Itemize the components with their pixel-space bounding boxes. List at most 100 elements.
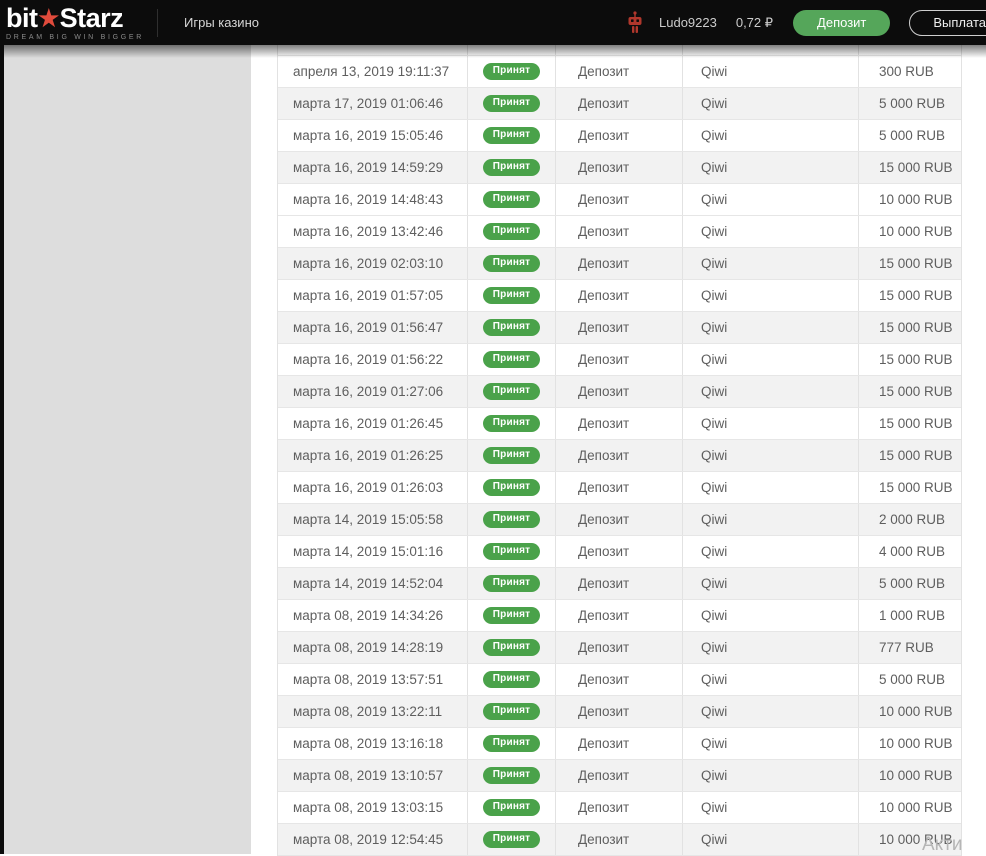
tx-amount: 15 000 RUB <box>879 160 953 175</box>
tx-method: Qiwi <box>683 440 859 471</box>
tx-method: Qiwi <box>683 664 859 695</box>
tx-type: Депозит <box>556 472 683 503</box>
tx-type: Депозит <box>556 696 683 727</box>
tx-type: Депозит <box>556 344 683 375</box>
transaction-row: марта 08, 2019 13:22:11 Принят Депозит Q… <box>278 696 961 728</box>
status-badge: Принят <box>482 703 541 720</box>
dimmed-left-panel <box>4 45 251 854</box>
tx-amount: 10 000 RUB <box>879 768 953 783</box>
tx-date: марта 16, 2019 01:27:06 <box>278 376 468 407</box>
transaction-row: марта 16, 2019 01:26:25 Принят Депозит Q… <box>278 440 961 472</box>
tx-status-cell: Принят <box>468 632 556 663</box>
tx-amount: 777 RUB <box>879 640 934 655</box>
tx-status-cell: Принят <box>468 536 556 567</box>
tx-status-cell: Принят <box>468 312 556 343</box>
transaction-row: марта 17, 2019 01:06:46 Принят Депозит Q… <box>278 88 961 120</box>
tx-status-cell: Принят <box>468 216 556 247</box>
transaction-row: марта 16, 2019 14:59:29 Принят Депозит Q… <box>278 152 961 184</box>
tx-type: Депозит <box>556 728 683 759</box>
tx-status-cell: Принят <box>468 120 556 151</box>
transaction-row: апреля 13, 2019 19:11:37 Принят Депозит … <box>278 56 961 88</box>
username[interactable]: Ludo9223 <box>659 15 717 30</box>
tx-method: Qiwi <box>683 120 859 151</box>
transaction-row: марта 16, 2019 01:26:03 Принят Депозит Q… <box>278 472 961 504</box>
transaction-row: марта 08, 2019 12:54:45 Принят Депозит Q… <box>278 824 961 856</box>
transaction-row: марта 16, 2019 13:42:46 Принят Депозит Q… <box>278 216 961 248</box>
tx-type: Депозит <box>556 408 683 439</box>
tx-method: Qiwi <box>683 88 859 119</box>
status-badge: Принят <box>482 191 541 208</box>
tx-date: марта 16, 2019 13:42:46 <box>278 216 468 247</box>
tx-status-cell: Принят <box>468 600 556 631</box>
tx-method: Qiwi <box>683 184 859 215</box>
tx-amount: 15 000 RUB <box>879 480 953 495</box>
tx-date: марта 08, 2019 13:57:51 <box>278 664 468 695</box>
tx-type: Депозит <box>556 792 683 823</box>
background-heading-fragment: Акти <box>922 834 963 855</box>
transaction-row: марта 14, 2019 15:01:16 Принят Депозит Q… <box>278 536 961 568</box>
tx-method: Qiwi <box>683 824 859 855</box>
tx-status-cell: Принят <box>468 408 556 439</box>
tx-date: марта 14, 2019 15:01:16 <box>278 536 468 567</box>
tx-date: марта 16, 2019 01:57:05 <box>278 280 468 311</box>
logo-tagline: DREAM BIG WIN BIGGER <box>6 33 145 41</box>
tx-method: Qiwi <box>683 728 859 759</box>
tx-type: Депозит <box>556 600 683 631</box>
transaction-row: марта 16, 2019 14:48:43 Принят Депозит Q… <box>278 184 961 216</box>
tx-amount: 300 RUB <box>879 64 934 79</box>
tx-type: Депозит <box>556 152 683 183</box>
tx-method: Qiwi <box>683 632 859 663</box>
tx-status-cell: Принят <box>468 824 556 855</box>
tx-amount: 10 000 RUB <box>879 704 953 719</box>
transaction-row: марта 14, 2019 15:05:58 Принят Депозит Q… <box>278 504 961 536</box>
tx-amount: 10 000 RUB <box>879 736 953 751</box>
top-header: bit ★ Starz DREAM BIG WIN BIGGER Игры ка… <box>0 0 986 45</box>
tx-date: марта 16, 2019 15:05:46 <box>278 120 468 151</box>
tx-amount: 15 000 RUB <box>879 384 953 399</box>
tx-type: Депозит <box>556 312 683 343</box>
transaction-row: марта 14, 2019 14:52:04 Принят Депозит Q… <box>278 568 961 600</box>
nav-casino-games[interactable]: Игры казино <box>184 15 259 30</box>
tx-date: марта 16, 2019 01:56:22 <box>278 344 468 375</box>
tx-date: марта 16, 2019 01:56:47 <box>278 312 468 343</box>
star-icon: ★ <box>38 4 60 31</box>
tx-type: Депозит <box>556 56 683 87</box>
tx-method: Qiwi <box>683 504 859 535</box>
payout-button[interactable]: Выплата <box>909 9 986 36</box>
tx-type: Депозит <box>556 504 683 535</box>
tx-amount: 2 000 RUB <box>879 512 946 527</box>
tx-amount: 5 000 RUB <box>879 672 946 687</box>
tx-date: марта 14, 2019 14:52:04 <box>278 568 468 599</box>
status-badge: Принят <box>482 479 541 496</box>
transaction-row: марта 08, 2019 13:57:51 Принят Депозит Q… <box>278 664 961 696</box>
tx-status-cell: Принят <box>468 472 556 503</box>
tx-date: марта 08, 2019 13:22:11 <box>278 696 468 727</box>
tx-amount: 1 000 RUB <box>879 608 946 623</box>
tx-status-cell: Принят <box>468 376 556 407</box>
status-badge: Принят <box>482 223 541 240</box>
status-badge: Принят <box>482 831 541 848</box>
tx-status-cell: Принят <box>468 88 556 119</box>
tx-method: Qiwi <box>683 760 859 791</box>
tx-amount: 15 000 RUB <box>879 448 953 463</box>
tx-method: Qiwi <box>683 696 859 727</box>
status-badge: Принят <box>482 287 541 304</box>
status-badge: Принят <box>482 63 541 80</box>
tx-method: Qiwi <box>683 792 859 823</box>
transactions-table: апреля 13, 2019 19:11:37 Принят Депозит … <box>277 45 962 856</box>
tx-date: марта 16, 2019 02:03:10 <box>278 248 468 279</box>
bitstarz-logo[interactable]: bit ★ Starz DREAM BIG WIN BIGGER <box>6 4 145 41</box>
tx-type: Депозит <box>556 120 683 151</box>
status-badge: Принят <box>482 639 541 656</box>
tx-amount: 10 000 RUB <box>879 800 953 815</box>
robot-bonus-icon <box>627 10 643 35</box>
tx-type: Депозит <box>556 632 683 663</box>
tx-date: марта 08, 2019 13:16:18 <box>278 728 468 759</box>
tx-type: Депозит <box>556 184 683 215</box>
tx-amount: 10 000 RUB <box>879 192 953 207</box>
tx-amount: 5 000 RUB <box>879 576 946 591</box>
tx-status-cell: Принят <box>468 440 556 471</box>
transaction-row: марта 08, 2019 13:10:57 Принят Депозит Q… <box>278 760 961 792</box>
status-badge: Принят <box>482 351 541 368</box>
deposit-button[interactable]: Депозит <box>793 9 891 36</box>
